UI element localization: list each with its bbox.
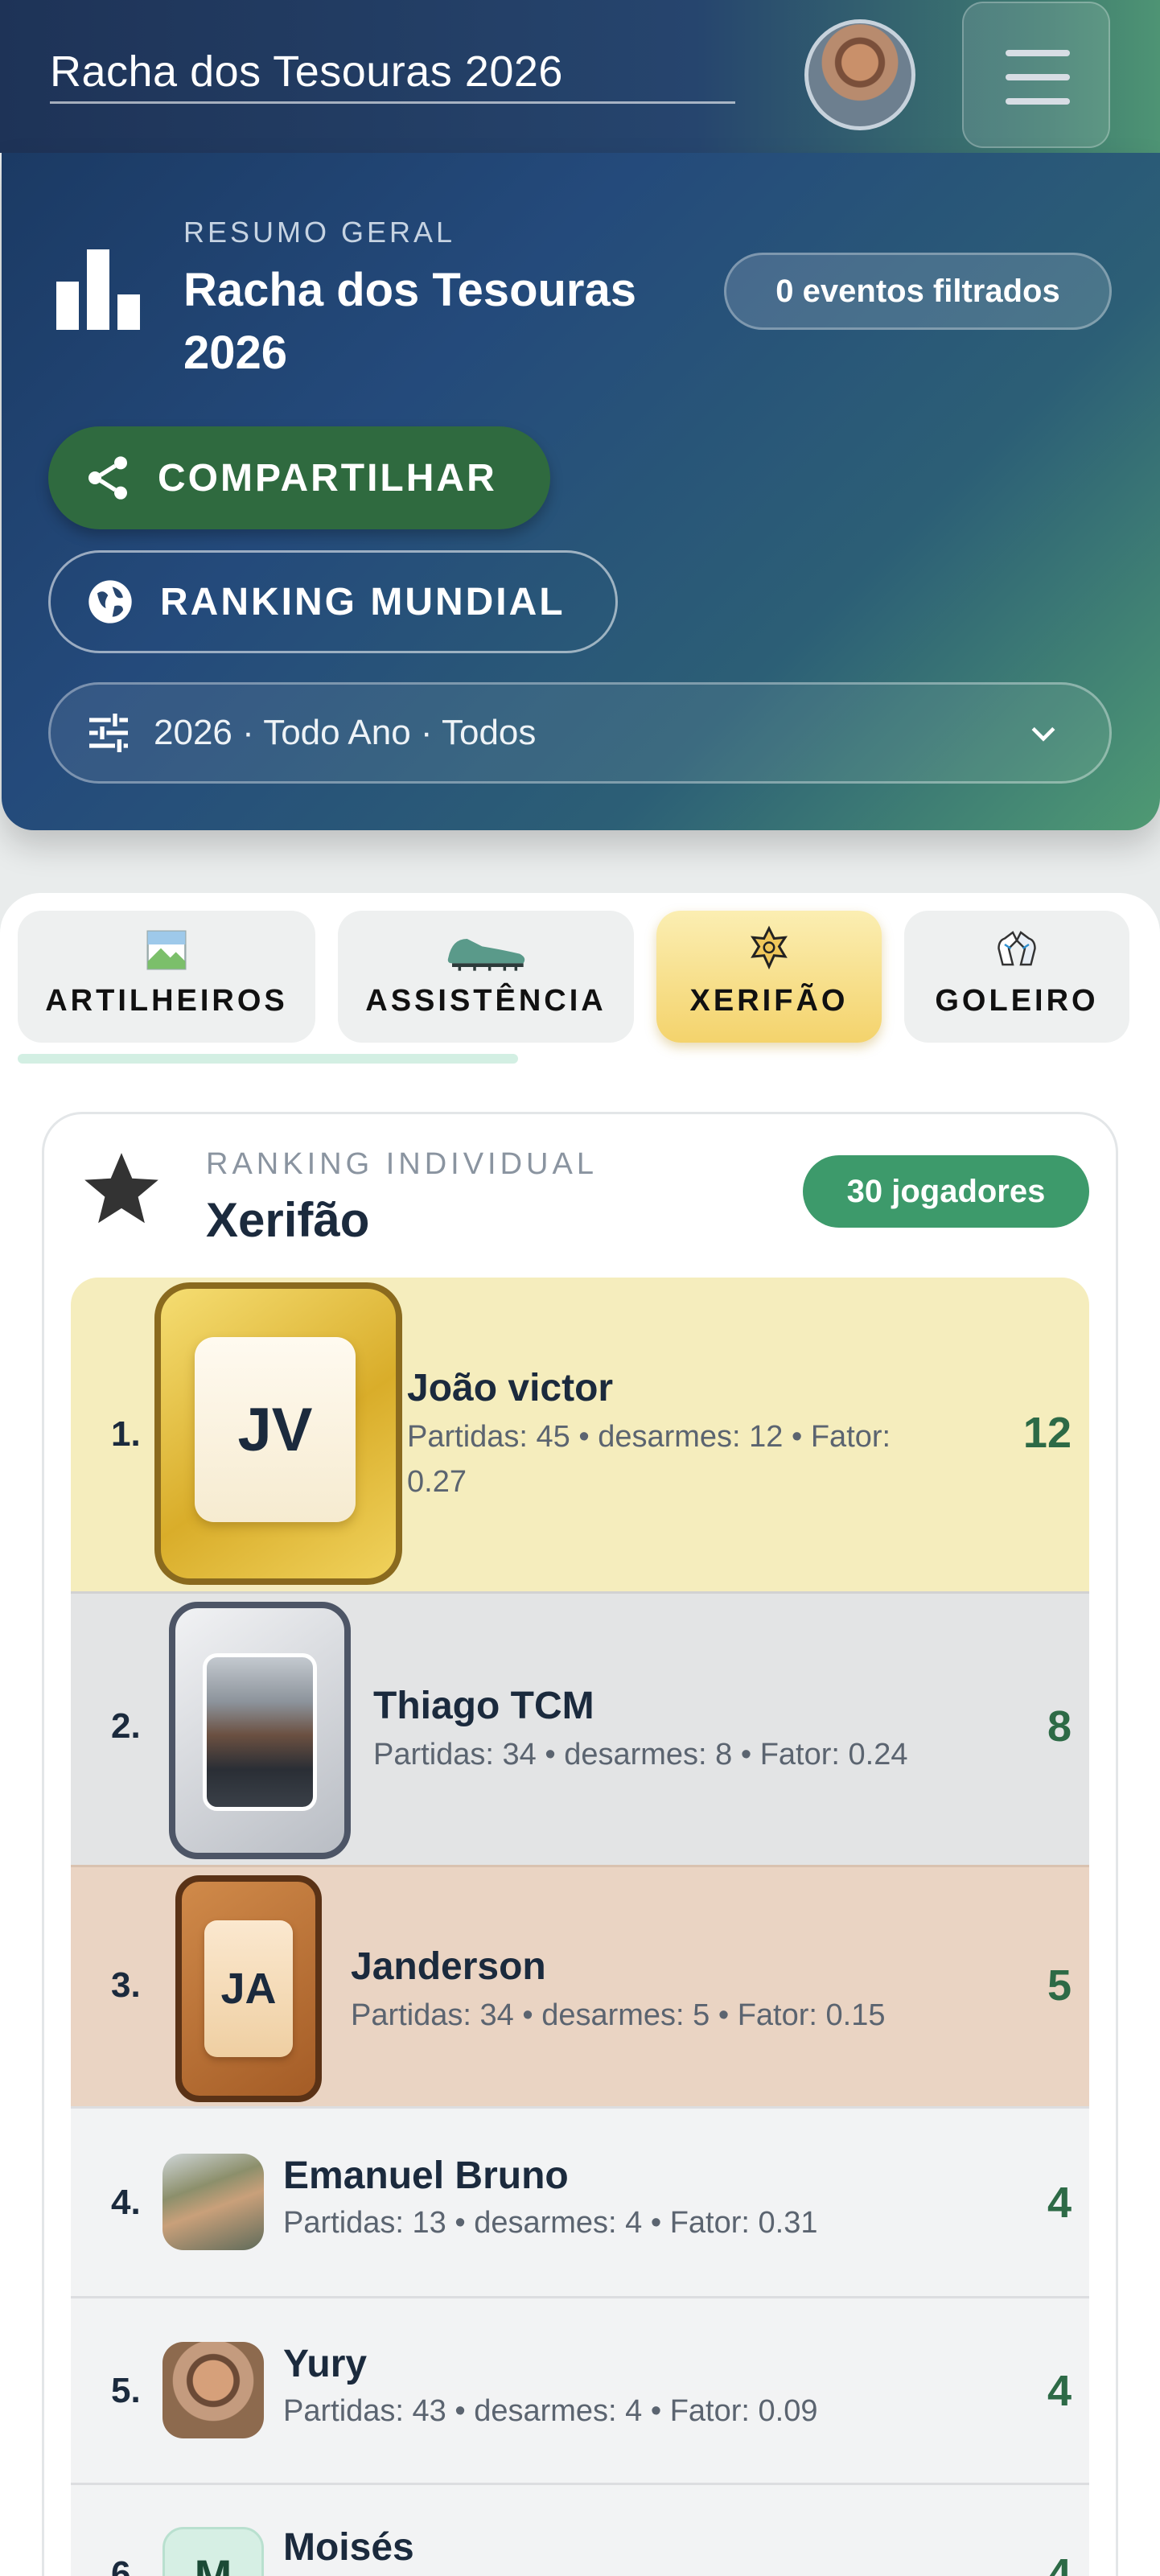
tab-scroll-indicator — [18, 1054, 518, 1064]
avatar-initials: M — [162, 2527, 264, 2576]
tab-artilheiros[interactable]: ARTILHEIROS — [18, 911, 315, 1043]
app-title[interactable]: Racha dos Tesouras 2026 — [50, 47, 735, 104]
row-position: 4. — [111, 2183, 141, 2222]
player-photo — [162, 2154, 264, 2250]
ranking-kicker: RANKING INDIVIDUAL — [206, 1147, 598, 1181]
tab-assistencia[interactable]: ASSISTÊNCIA — [338, 911, 634, 1043]
tab-xerifao[interactable]: XERIFÃO — [656, 911, 882, 1043]
share-icon — [88, 456, 127, 500]
player-name: Yury — [283, 2343, 368, 2385]
share-button-label: COMPARTILHAR — [158, 456, 497, 500]
player-name: João victor — [407, 1367, 614, 1409]
share-button[interactable]: COMPARTILHAR — [48, 426, 550, 529]
tab-label: ARTILHEIROS — [45, 984, 288, 1018]
row-position: 3. — [111, 1965, 141, 2005]
row-position: 6. — [111, 2554, 141, 2576]
user-avatar[interactable] — [804, 19, 915, 130]
player-score: 12 — [1022, 1409, 1072, 1457]
player-score: 4 — [1047, 2550, 1072, 2576]
world-ranking-button[interactable]: RANKING MUNDIAL — [48, 550, 618, 653]
top-bar: Racha dos Tesouras 2026 — [0, 0, 1160, 153]
star-icon — [84, 1153, 158, 1224]
gold-card-avatar: JV — [154, 1282, 402, 1585]
avatar-initials: JA — [204, 1920, 293, 2057]
filter-text: 2026 · Todo Ano · Todos — [154, 713, 537, 752]
chevron-down-icon — [1031, 726, 1055, 742]
summary-kicker: RESUMO GERAL — [183, 216, 456, 249]
ranking-title: Xerifão — [206, 1193, 370, 1247]
menu-icon-line — [1006, 74, 1070, 80]
player-stats: Partidas: 45 • desarmes: 12 • Fator: — [407, 1420, 891, 1454]
player-stats: Partidas: 13 • desarmes: 4 • Fator: 0.31 — [283, 2206, 818, 2240]
summary-title: Racha dos Tesouras 2026 — [183, 264, 637, 379]
tab-label: ASSISTÊNCIA — [365, 984, 607, 1018]
players-count-badge: 30 jogadores — [803, 1155, 1089, 1228]
player-stats: Partidas: 43 • desarmes: 4 • Fator: 0.09 — [283, 2394, 818, 2428]
world-ranking-label: RANKING MUNDIAL — [160, 580, 566, 623]
bar-chart-icon — [56, 249, 142, 330]
globe-icon — [88, 580, 132, 623]
player-name: Thiago TCM — [373, 1685, 594, 1727]
player-score: 4 — [1047, 2367, 1072, 2415]
row-position: 1. — [111, 1414, 141, 1454]
row-position: 2. — [111, 1706, 141, 1746]
ranking-row[interactable]: 4. Emanuel Bruno Partidas: 13 • desarmes… — [71, 2106, 1089, 2296]
ranking-row[interactable]: 1. JV João victor Partidas: 45 • desarme… — [71, 1278, 1089, 1591]
player-photo — [203, 1653, 317, 1811]
goalkeeper-gloves-icon — [998, 931, 1036, 966]
menu-icon-line — [1006, 98, 1070, 105]
player-stats: Partidas: 34 • desarmes: 5 • Fator: 0.15 — [351, 1998, 886, 2032]
ranking-row[interactable]: 3. JA Janderson Partidas: 34 • desarmes:… — [71, 1865, 1089, 2106]
player-score: 4 — [1047, 2179, 1072, 2227]
hamburger-menu-button[interactable] — [962, 2, 1110, 148]
player-score: 8 — [1047, 1702, 1072, 1751]
events-filtered-badge[interactable]: 0 eventos filtrados — [724, 253, 1112, 330]
player-name: Emanuel Bruno — [283, 2154, 569, 2197]
row-position: 5. — [111, 2371, 141, 2410]
player-name: Moisés — [283, 2526, 414, 2569]
ranking-row[interactable]: 5. Yury Partidas: 43 • desarmes: 4 • Fat… — [71, 2296, 1089, 2483]
ranking-row[interactable]: 6. M Moisés 4 — [71, 2483, 1089, 2576]
tab-goleiro[interactable]: GOLEIRO — [904, 911, 1129, 1043]
player-score: 5 — [1047, 1961, 1072, 2010]
sliders-icon — [89, 714, 128, 752]
player-stats-continued: 0.27 — [407, 1465, 467, 1499]
tab-label: GOLEIRO — [935, 984, 1099, 1018]
filter-select[interactable]: 2026 · Todo Ano · Todos — [48, 682, 1112, 784]
sheriff-badge-icon — [751, 925, 788, 970]
ranking-row[interactable]: 2. Thiago TCM Partidas: 34 • desarmes: 8… — [71, 1591, 1089, 1865]
avatar-initials: JV — [195, 1337, 356, 1522]
tab-label: XERIFÃO — [689, 984, 849, 1018]
silver-card-avatar — [169, 1602, 351, 1859]
broken-image-icon — [146, 930, 187, 970]
soccer-cleat-icon — [447, 939, 525, 971]
player-stats: Partidas: 34 • desarmes: 8 • Fator: 0.24 — [373, 1738, 908, 1772]
bronze-card-avatar: JA — [175, 1875, 322, 2102]
menu-icon — [1006, 50, 1070, 56]
player-photo — [162, 2342, 264, 2438]
player-name: Janderson — [351, 1945, 546, 1988]
